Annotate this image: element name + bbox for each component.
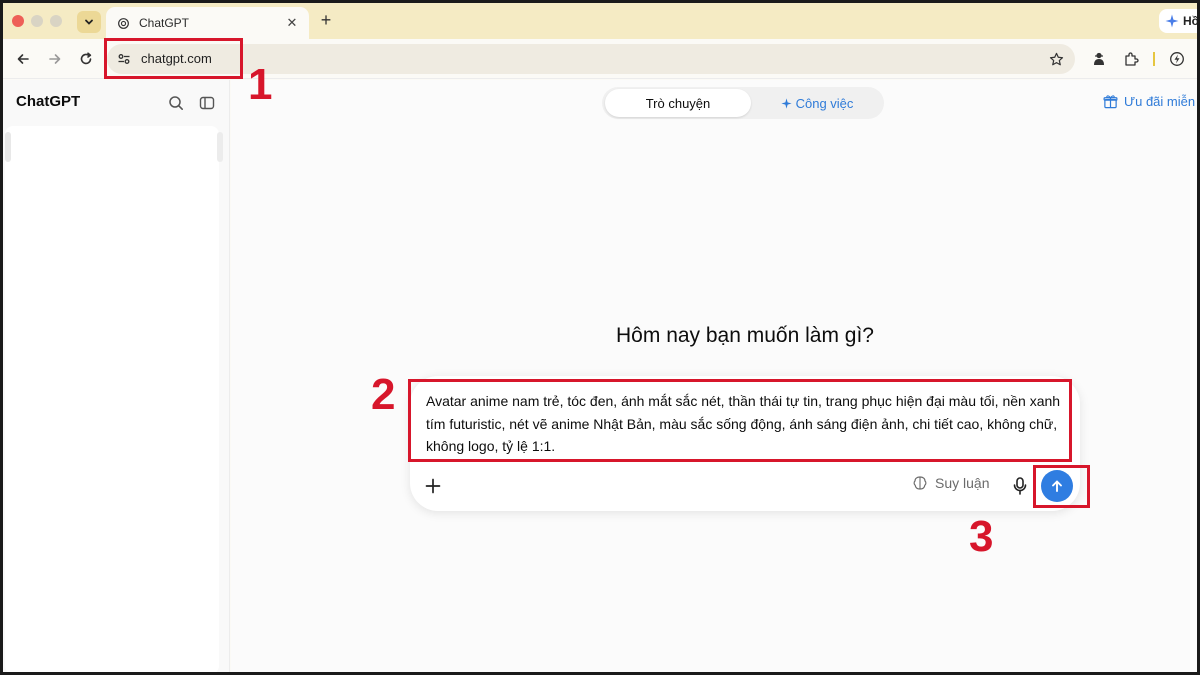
annotation-box-prompt	[408, 379, 1072, 462]
promo-label: Ưu đãi miễn p	[1124, 94, 1200, 109]
close-window-button[interactable]	[12, 15, 24, 27]
tab-title: ChatGPT	[139, 16, 190, 30]
bookmark-star-icon[interactable]	[1047, 50, 1065, 68]
sidebar-title[interactable]: ChatGPT	[16, 93, 80, 110]
microphone-icon	[1013, 477, 1027, 495]
sidebar-scroll-thumb[interactable]	[217, 132, 223, 162]
forward-button[interactable]	[45, 49, 65, 69]
extensions-puzzle-icon[interactable]	[1121, 49, 1141, 69]
annotation-number-1: 1	[248, 60, 273, 109]
openai-logo-icon	[116, 16, 130, 30]
sidebar-scrollbar[interactable]	[5, 132, 11, 162]
annotation-number-2: 2	[371, 370, 396, 419]
chevron-down-icon	[85, 19, 93, 25]
new-tab-button[interactable]: +	[317, 10, 335, 31]
minimize-window-button[interactable]	[31, 15, 43, 27]
screenshot-frame: ChatGPT ✕ + Hồ chatgpt.com ChatGPT Trò c…	[0, 0, 1200, 675]
tab-search-button[interactable]	[77, 11, 101, 33]
reload-icon	[80, 52, 92, 65]
search-icon	[169, 96, 183, 110]
back-button[interactable]	[13, 49, 33, 69]
browser-tab-bar: ChatGPT ✕ + Hồ	[3, 3, 1197, 39]
page-headline: Hôm nay bạn muốn làm gì?	[616, 324, 874, 347]
toggle-sidebar-button[interactable]	[197, 93, 217, 113]
voice-input-button[interactable]	[1010, 475, 1030, 497]
reasoning-toggle[interactable]: Suy luận	[912, 475, 989, 491]
reasoning-label: Suy luận	[935, 475, 990, 491]
search-chats-button[interactable]	[166, 93, 186, 113]
profile-chip-label: Hồ	[1183, 14, 1199, 28]
sidebar-panel-icon	[199, 96, 215, 110]
tab-chat[interactable]: Trò chuyện	[605, 89, 751, 117]
profile-chip[interactable]: Hồ	[1159, 9, 1199, 33]
sidebar: ChatGPT	[3, 80, 230, 672]
annotation-number-3: 3	[969, 512, 994, 561]
extension-agent-icon[interactable]	[1089, 49, 1109, 69]
tab-work-label: Công việc	[795, 95, 854, 111]
performance-bolt-icon[interactable]	[1167, 49, 1187, 69]
browser-tab-chatgpt[interactable]: ChatGPT ✕	[106, 7, 309, 39]
maximize-window-button[interactable]	[50, 15, 62, 27]
mode-switcher: Trò chuyện Công việc	[602, 87, 884, 119]
reload-button[interactable]	[76, 49, 96, 69]
gift-icon	[1103, 95, 1118, 109]
arrow-left-icon	[17, 54, 29, 64]
annotation-box-send	[1033, 465, 1090, 508]
annotation-box-url	[104, 38, 243, 79]
sparkle-icon	[780, 97, 792, 109]
chat-history-list[interactable]	[5, 126, 219, 672]
plus-icon	[425, 478, 441, 494]
tab-work[interactable]: Công việc	[754, 89, 880, 117]
arrow-right-icon	[49, 54, 61, 64]
brain-icon	[913, 476, 927, 490]
sparkle-icon	[1165, 14, 1179, 28]
promo-link[interactable]: Ưu đãi miễn p	[1103, 94, 1200, 109]
toolbar-separator	[1153, 52, 1155, 66]
tab-close-icon[interactable]: ✕	[285, 15, 299, 31]
add-attachment-button[interactable]	[423, 476, 443, 496]
